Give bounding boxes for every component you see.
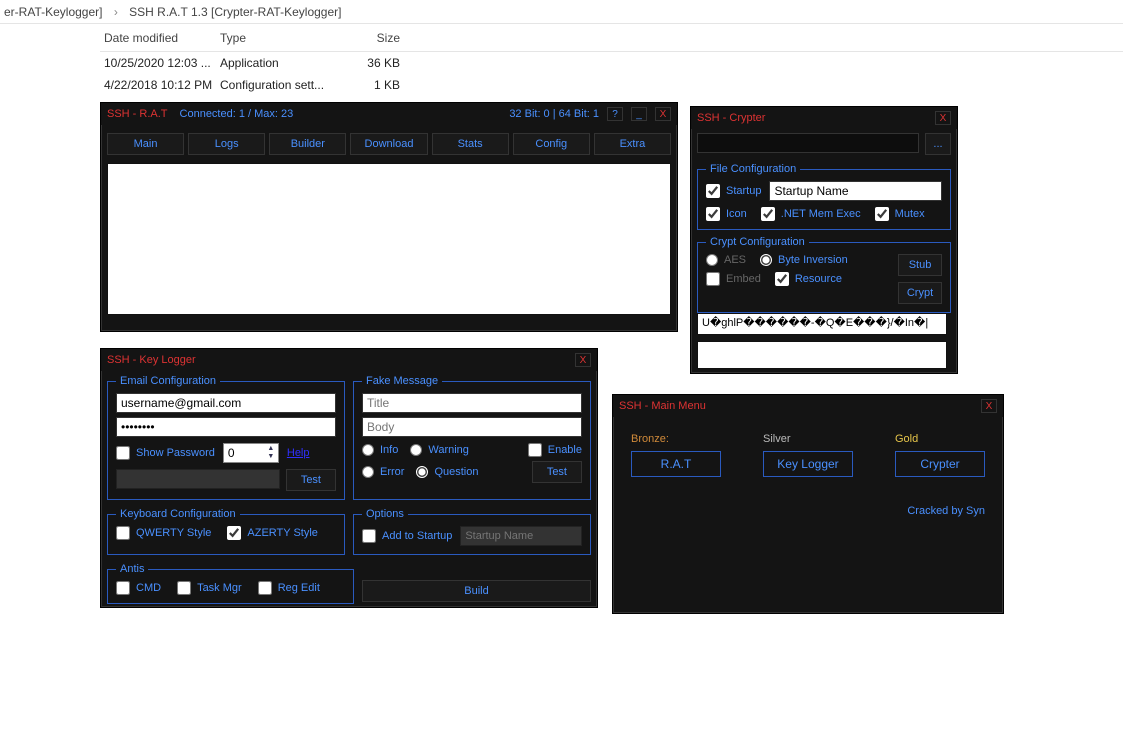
email-field[interactable] [116, 393, 336, 413]
rat-button[interactable]: R.A.T [631, 451, 721, 477]
fake-body[interactable] [362, 417, 582, 437]
chk-show-password[interactable]: Show Password [116, 446, 215, 460]
chk-reg[interactable]: Reg Edit [258, 581, 320, 595]
keylogger-window: SSH - Key Logger X Email Configuration S… [100, 348, 598, 608]
list-item[interactable]: 4/22/2018 10:12 PM Configuration sett...… [100, 74, 1123, 96]
chevron-right-icon: › [106, 5, 126, 19]
tab-download[interactable]: Download [350, 133, 427, 155]
crypter-window: SSH - Crypter X ... File Configuration S… [690, 106, 958, 374]
radio-question[interactable]: Question [416, 466, 478, 478]
test-email-button[interactable]: Test [286, 469, 336, 491]
close-button[interactable]: X [575, 353, 591, 367]
tab-stats[interactable]: Stats [432, 133, 509, 155]
group-label: Fake Message [362, 375, 442, 387]
chk-mem[interactable]: .NET Mem Exec [761, 207, 861, 221]
chk-task[interactable]: Task Mgr [177, 581, 242, 595]
window-title: SSH - Key Logger [107, 354, 196, 366]
client-list[interactable] [107, 163, 671, 315]
help-button[interactable]: ? [607, 107, 623, 121]
input-path[interactable] [697, 133, 919, 153]
test-message-button[interactable]: Test [532, 461, 582, 483]
chk-add-startup[interactable]: Add to Startup [362, 529, 452, 543]
keylogger-button[interactable]: Key Logger [763, 451, 853, 477]
tab-main[interactable]: Main [107, 133, 184, 155]
chevron-down-icon[interactable]: ▼ [264, 453, 278, 461]
chk-mutex[interactable]: Mutex [875, 207, 925, 221]
group-label: Keyboard Configuration [116, 508, 240, 520]
tab-extra[interactable]: Extra [594, 133, 671, 155]
startup-name[interactable] [769, 181, 942, 201]
stub-button[interactable]: Stub [898, 254, 942, 276]
window-title: SSH - R.A.T [107, 108, 168, 120]
group-label: Options [362, 508, 408, 520]
breadcrumb-part: er-RAT-Keylogger] [4, 5, 102, 19]
crypter-button[interactable]: Crypter [895, 451, 985, 477]
chk-resource[interactable]: Resource [775, 272, 842, 286]
email-output [116, 469, 280, 489]
radio-error[interactable]: Error [362, 466, 404, 478]
group-label: Crypt Configuration [706, 236, 809, 248]
radio-byte[interactable]: Byte Inversion [760, 254, 848, 266]
group-label: Email Configuration [116, 375, 220, 387]
browse-button[interactable]: ... [925, 133, 951, 155]
tier-label: Gold [895, 433, 918, 445]
chk-enable[interactable]: Enable [528, 443, 582, 457]
fake-title[interactable] [362, 393, 582, 413]
bit-status: 32 Bit: 0 | 64 Bit: 1 [509, 108, 599, 120]
chevron-up-icon[interactable]: ▲ [264, 445, 278, 453]
col-date[interactable]: Date modified [100, 31, 220, 45]
col-size[interactable]: Size [340, 31, 420, 45]
tab-builder[interactable]: Builder [269, 133, 346, 155]
tab-config[interactable]: Config [513, 133, 590, 155]
startup-name[interactable] [460, 526, 582, 546]
window-title: SSH - Crypter [697, 112, 765, 124]
list-item[interactable]: 10/25/2020 12:03 ... Application 36 KB [100, 52, 1123, 74]
help-link[interactable]: Help [287, 447, 310, 459]
tier-label: Silver [763, 433, 791, 445]
group-label: Antis [116, 563, 148, 575]
close-button[interactable]: X [935, 111, 951, 125]
license-output: U�ghlP������-�Q�E���}/�In�| [697, 313, 947, 335]
connection-status: Connected: 1 / Max: 23 [180, 108, 294, 120]
close-button[interactable]: X [655, 107, 671, 121]
password-field[interactable] [116, 417, 336, 437]
chk-qwerty[interactable]: QWERTY Style [116, 526, 211, 540]
radio-info[interactable]: Info [362, 444, 398, 456]
breadcrumb[interactable]: er-RAT-Keylogger] › SSH R.A.T 1.3 [Crypt… [0, 0, 1123, 24]
radio-warning[interactable]: Warning [410, 444, 469, 456]
output-box [697, 341, 947, 369]
group-label: File Configuration [706, 163, 800, 175]
col-type[interactable]: Type [220, 31, 340, 45]
main-menu-window: SSH - Main Menu X Bronze: R.A.T Silver K… [612, 394, 1004, 614]
chk-icon[interactable]: Icon [706, 207, 747, 221]
window-title: SSH - Main Menu [619, 400, 706, 412]
chk-cmd[interactable]: CMD [116, 581, 161, 595]
radio-aes[interactable]: AES [706, 254, 746, 266]
chk-azerty[interactable]: AZERTY Style [227, 526, 318, 540]
build-button[interactable]: Build [362, 580, 591, 602]
credit-text: Cracked by Syn [907, 505, 985, 517]
tier-label: Bronze: [631, 433, 669, 445]
chk-startup[interactable]: Startup [706, 184, 761, 198]
crypt-button[interactable]: Crypt [898, 282, 942, 304]
chk-embed[interactable]: Embed [706, 272, 761, 286]
interval-stepper[interactable]: ▲▼ [223, 443, 279, 463]
minimize-button[interactable]: _ [631, 107, 647, 121]
rat-window: SSH - R.A.T Connected: 1 / Max: 23 32 Bi… [100, 102, 678, 332]
file-list: Date modified Type Size 10/25/2020 12:03… [0, 24, 1123, 96]
close-button[interactable]: X [981, 399, 997, 413]
breadcrumb-part: SSH R.A.T 1.3 [Crypter-RAT-Keylogger] [129, 5, 341, 19]
tab-logs[interactable]: Logs [188, 133, 265, 155]
